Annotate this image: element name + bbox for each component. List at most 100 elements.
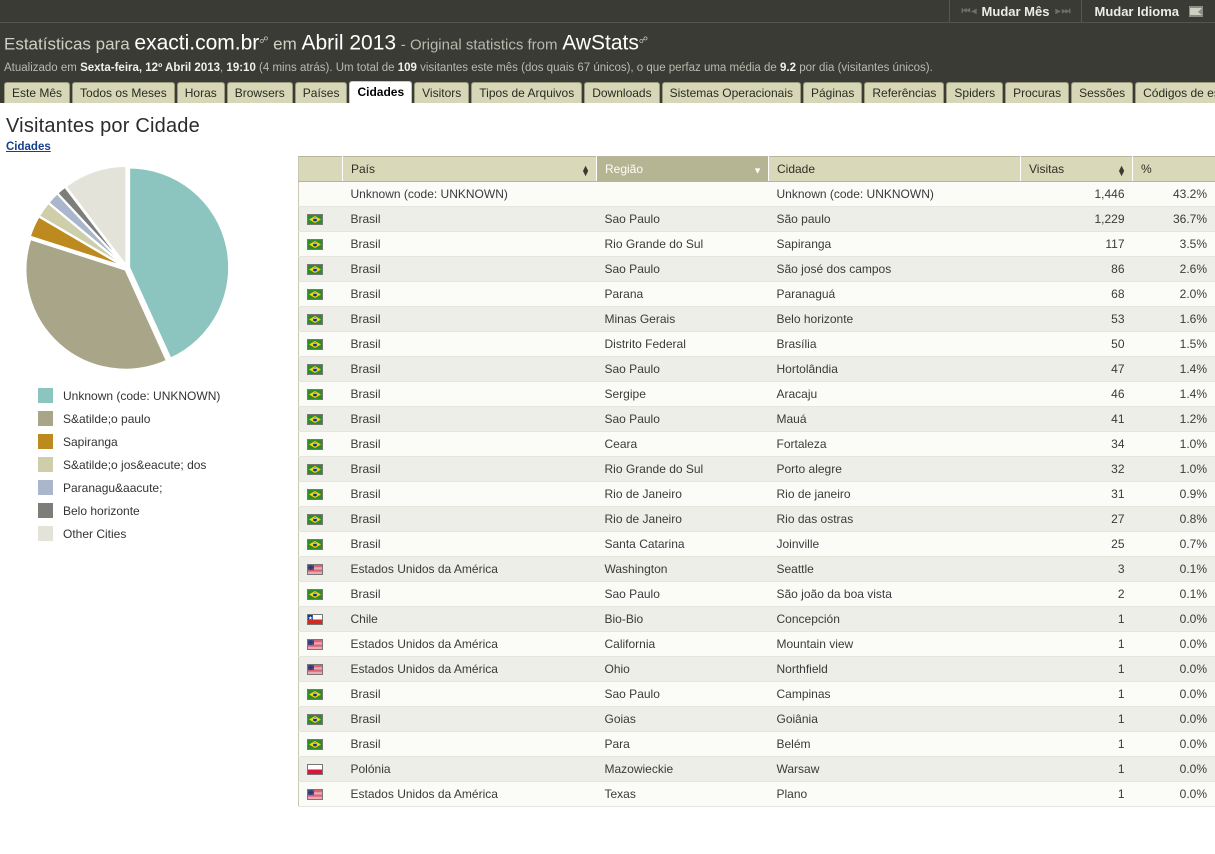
breadcrumb-link-cidades[interactable]: Cidades	[6, 141, 51, 153]
cell-city: Sapiranga	[768, 231, 1021, 257]
tab-sess-es[interactable]: Sessões	[1071, 81, 1134, 103]
legend-color-swatch	[38, 480, 53, 496]
table-row[interactable]: Brasil Sao Paulo São joão da boa vista 2 0.1…	[298, 581, 1215, 607]
cell-city: Unknown (code: UNKNOWN)	[768, 181, 1021, 207]
table-row[interactable]: Estados Unidos da América Texas Plano 1 0.0%	[298, 781, 1215, 807]
tab-este-m-s[interactable]: Este Mês	[4, 81, 71, 103]
table-row[interactable]: Unknown (code: UNKNOWN) Unknown (code: UN…	[298, 181, 1215, 207]
table-row[interactable]: Brasil Rio Grande do Sul Sapiranga 117 3.5%	[298, 231, 1215, 257]
tab-downloads[interactable]: Downloads	[584, 81, 660, 103]
column-header-country[interactable]: País ▲ ▼	[342, 156, 597, 182]
cell-region: Rio de Janeiro	[596, 506, 769, 532]
legend-color-swatch	[38, 388, 53, 404]
table-row[interactable]: Estados Unidos da América Washington Seatt…	[298, 556, 1215, 582]
pie-svg	[24, 164, 231, 371]
external-link-icon[interactable]: ☍	[259, 35, 268, 45]
first-page-icon[interactable]: ⏮	[962, 6, 971, 17]
tab-tipos-de-arquivos[interactable]: Tipos de Arquivos	[471, 81, 583, 103]
external-link-icon[interactable]: ☍	[639, 35, 648, 45]
table-row[interactable]: Brasil Ceara Fortaleza 34 1.0%	[298, 431, 1215, 457]
country-flag-cell	[298, 681, 343, 707]
column-header-visits[interactable]: Visitas ▲ ▼	[1020, 156, 1133, 182]
flag-br-icon	[307, 363, 323, 375]
cell-city: São paulo	[768, 206, 1021, 232]
table-row[interactable]: Brasil Distrito Federal Brasília 50 1.5%	[298, 331, 1215, 357]
country-flag-cell	[298, 231, 343, 257]
tab-sistemas-operacionais[interactable]: Sistemas Operacionais	[661, 81, 801, 103]
tab-label: Todos os Meses	[80, 85, 167, 100]
sort-toggle-icon[interactable]: ▲ ▼	[581, 163, 590, 177]
cell-city: Aracaju	[768, 381, 1021, 407]
tab-label: Sistemas Operacionais	[669, 85, 793, 100]
tab-label: Páginas	[810, 85, 855, 100]
last-page-icon[interactable]: ⏭	[1061, 6, 1070, 17]
tab-refer-ncias[interactable]: Referências	[864, 81, 945, 103]
table-row[interactable]: Brasil Parana Paranaguá 68 2.0%	[298, 281, 1215, 307]
flag-br-icon	[307, 238, 323, 250]
table-row[interactable]: Brasil Goias Goiânia 1 0.0%	[298, 706, 1215, 732]
tab-spiders[interactable]: Spiders	[946, 81, 1004, 103]
table-row[interactable]: Brasil Sao Paulo Hortolândia 47 1.4%	[298, 356, 1215, 382]
table-row[interactable]: Brasil Santa Catarina Joinville 25 0.7%	[298, 531, 1215, 557]
tab-c-digos-de-estado[interactable]: Códigos de estado	[1135, 81, 1215, 103]
site-name[interactable]: exacti.com.br	[134, 32, 259, 55]
cell-city: Brasília	[768, 331, 1021, 357]
table-row[interactable]: Brasil Rio de Janeiro Rio de janeiro 31 0.9%	[298, 481, 1215, 507]
country-flag-cell	[298, 631, 343, 657]
column-header-city: Cidade	[768, 156, 1021, 182]
language-switcher-label: Mudar Idioma	[1094, 3, 1179, 19]
column-header-region[interactable]: Região ▼	[596, 156, 769, 182]
tab-cidades[interactable]: Cidades	[349, 80, 413, 103]
month-next-arrows[interactable]: ▸ ⏭	[1055, 6, 1070, 17]
table-row[interactable]: Brasil Rio de Janeiro Rio das ostras 27 0.8%	[298, 506, 1215, 532]
cell-country: Brasil	[342, 731, 597, 757]
tab-label: Horas	[184, 85, 217, 100]
table-row[interactable]: Chile Bio-Bio Concepción 1 0.0%	[298, 606, 1215, 632]
sort-descending-icon[interactable]: ▼	[753, 166, 762, 175]
month-prev-arrows[interactable]: ⏮ ◂	[962, 6, 977, 17]
sort-toggle-icon[interactable]: ▲ ▼	[1117, 163, 1126, 177]
source-name[interactable]: AwStats	[562, 32, 639, 55]
table-row[interactable]: Brasil Rio Grande do Sul Porto alegre 32 1.0…	[298, 456, 1215, 482]
next-page-icon[interactable]: ▸	[1055, 6, 1060, 17]
tab-pa-ses[interactable]: Países	[294, 81, 348, 103]
table-row[interactable]: Polónia Mazowieckie Warsaw 1 0.0%	[298, 756, 1215, 782]
table-row[interactable]: Brasil Sergipe Aracaju 46 1.4%	[298, 381, 1215, 407]
flag-cl-icon	[307, 613, 323, 625]
flag-br-icon	[307, 588, 323, 600]
month-switcher[interactable]: ⏮ ◂ Mudar Mês ▸ ⏭	[948, 0, 1082, 22]
cell-pct: 0.0%	[1132, 756, 1215, 782]
cell-country: Estados Unidos da América	[342, 656, 597, 682]
prev-page-icon[interactable]: ◂	[972, 6, 977, 17]
table-row[interactable]: Brasil Sao Paulo São paulo 1,229 36.7%	[298, 206, 1215, 232]
cell-country: Brasil	[342, 456, 597, 482]
flag-us-icon	[307, 638, 323, 650]
legend-item: Belo horizonte	[38, 502, 298, 520]
cell-region: Rio de Janeiro	[596, 481, 769, 507]
table-row[interactable]: Brasil Sao Paulo São josé dos campos 86 2.6%	[298, 256, 1215, 282]
tab-todos-os-meses[interactable]: Todos os Meses	[72, 81, 175, 103]
language-switcher[interactable]: Mudar Idioma	[1081, 0, 1215, 22]
avg-suffix: por dia (visitantes únicos).	[799, 61, 933, 74]
tab-p-ginas[interactable]: Páginas	[802, 81, 863, 103]
table-row[interactable]: Estados Unidos da América California Mount…	[298, 631, 1215, 657]
cell-country: Brasil	[342, 306, 597, 332]
cell-country: Unknown (code: UNKNOWN)	[342, 181, 597, 207]
cell-city: São josé dos campos	[768, 256, 1021, 282]
visitors-total: 109	[397, 61, 417, 74]
tab-visitors[interactable]: Visitors	[414, 81, 470, 103]
tab-procuras[interactable]: Procuras	[1005, 81, 1070, 103]
tab-horas[interactable]: Horas	[176, 81, 225, 103]
cell-country: Chile	[342, 606, 597, 632]
cell-city: Mountain view	[768, 631, 1021, 657]
table-row[interactable]: Brasil Para Belém 1 0.0%	[298, 731, 1215, 757]
cell-country: Brasil	[342, 356, 597, 382]
tab-browsers[interactable]: Browsers	[226, 81, 293, 103]
table-row[interactable]: Estados Unidos da América Ohio Northfield 1…	[298, 656, 1215, 682]
table-row[interactable]: Brasil Sao Paulo Campinas 1 0.0%	[298, 681, 1215, 707]
tab-label: Procuras	[1013, 85, 1062, 100]
table-row[interactable]: Brasil Sao Paulo Mauá 41 1.2%	[298, 406, 1215, 432]
tab-label: Tipos de Arquivos	[479, 85, 575, 100]
table-row[interactable]: Brasil Minas Gerais Belo horizonte 53 1.6%	[298, 306, 1215, 332]
cell-region: Texas	[596, 781, 769, 807]
